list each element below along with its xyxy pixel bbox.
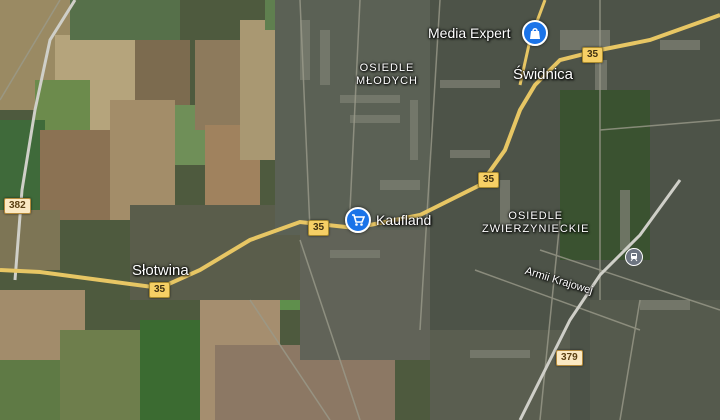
road-shield-35: 35: [308, 220, 330, 236]
district-label-line: OSIEDLE: [359, 62, 415, 74]
road-shield-35: 35: [582, 47, 604, 63]
shopping-cart-icon[interactable]: [345, 207, 371, 233]
shopping-bag-icon[interactable]: [522, 20, 548, 46]
place-label-slotwina[interactable]: Słotwina: [132, 262, 189, 279]
district-label-osiedle-zwierzynieckie: OSIEDLE ZWIERZYNIECKIE: [482, 210, 590, 236]
train-station-icon[interactable]: [625, 248, 643, 266]
district-label-osiedle-mlodych: OSIEDLE MŁODYCH: [356, 62, 418, 88]
road-shield-379: 379: [556, 350, 583, 366]
poi-label[interactable]: Kaufland: [376, 212, 431, 228]
district-label-line: MŁODYCH: [356, 75, 419, 87]
place-label-swidnica[interactable]: Świdnica: [513, 66, 573, 83]
satellite-map[interactable]: Świdnica Słotwina OSIEDLE MŁODYCH OSIEDL…: [0, 0, 720, 420]
district-label-line: ZWIERZYNIECKIE: [482, 223, 590, 235]
poi-kaufland[interactable]: Kaufland: [345, 207, 445, 233]
district-label-line: OSIEDLE: [508, 210, 564, 222]
poi-label[interactable]: Media Expert: [428, 25, 510, 41]
road-shield-35: 35: [149, 282, 171, 298]
poi-media-expert[interactable]: Media Expert: [426, 20, 556, 46]
road-shield-35: 35: [478, 172, 500, 188]
road-shield-382: 382: [4, 198, 31, 214]
